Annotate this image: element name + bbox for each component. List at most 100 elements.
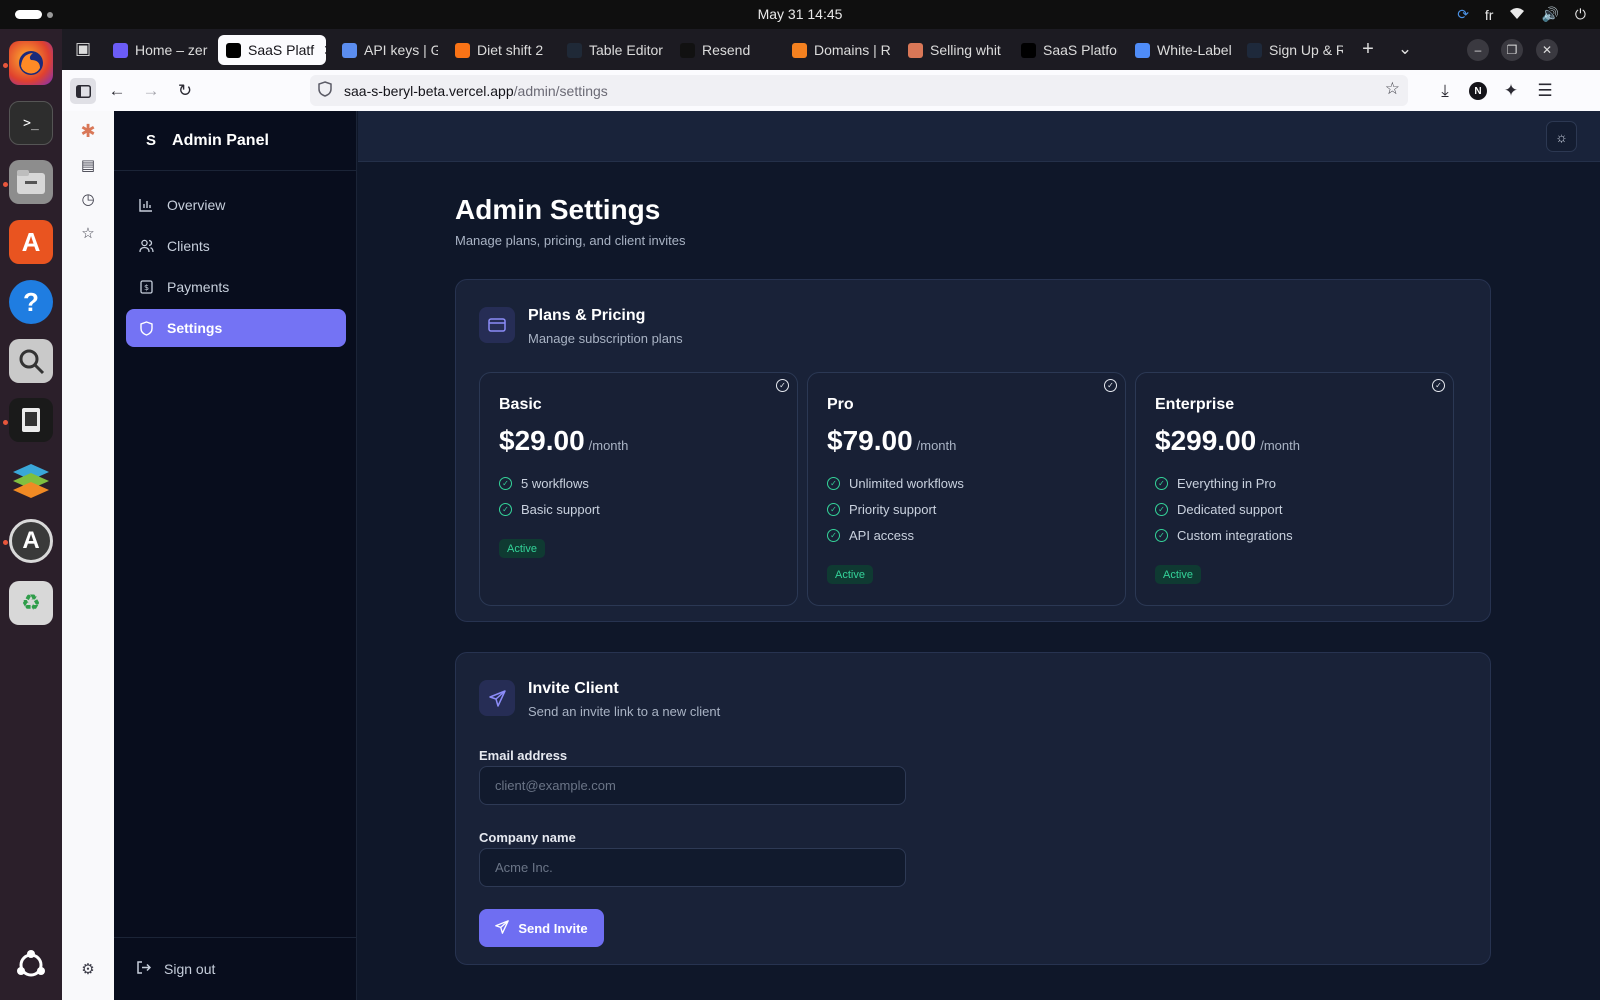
browser-tab[interactable]: SaaS Platf ✕: [218, 35, 326, 65]
sidebar-item-clients[interactable]: Clients: [126, 227, 346, 265]
plan-toggle-check-icon[interactable]: ✓: [1432, 379, 1445, 392]
plan-card-enterprise[interactable]: ✓ Enterprise $299.00/month ✓ Everything in P…: [1135, 372, 1454, 606]
extensions-icon[interactable]: ✦: [1498, 78, 1524, 104]
app-center-icon[interactable]: A: [9, 220, 53, 264]
running-indicator: [3, 63, 8, 68]
terminal-icon[interactable]: >_: [9, 101, 53, 145]
synced-tabs-icon[interactable]: ▤: [76, 153, 100, 177]
check-circle-icon: ✓: [827, 477, 840, 490]
shield-lock-icon[interactable]: [318, 81, 332, 100]
browser-tab[interactable]: Table Editor: [559, 35, 663, 65]
vercel-icon: [1021, 42, 1036, 58]
check-circle-icon: ✓: [1155, 477, 1168, 490]
sidebar-settings-gear-icon[interactable]: ⚙: [76, 957, 100, 981]
show-apps-icon[interactable]: [9, 943, 53, 987]
power-icon[interactable]: ⏻: [1575, 6, 1586, 23]
refresh-status-icon[interactable]: ⟳: [1457, 6, 1469, 23]
sign-out-button[interactable]: Sign out: [114, 937, 356, 1000]
url-bar[interactable]: saa-s-beryl-beta.vercel.app/admin/settin…: [310, 75, 1408, 106]
sidebar-toggle-icon[interactable]: [70, 78, 96, 104]
close-tab-icon[interactable]: ✕: [323, 42, 326, 59]
browser-tab[interactable]: SaaS Platfor: [1013, 35, 1118, 65]
wifi-icon[interactable]: [1509, 7, 1525, 23]
status-badge: Active: [1155, 565, 1201, 584]
browser-tab[interactable]: Domains | R: [784, 35, 892, 65]
plans-card-title: Plans & Pricing: [528, 307, 646, 324]
page-subtitle: Manage plans, pricing, and client invite…: [455, 233, 686, 248]
tab-list-chevron-icon[interactable]: ⌄: [1392, 36, 1418, 62]
plan-price: $29.00: [499, 425, 585, 456]
browser-tab[interactable]: Resend: [672, 35, 776, 65]
volume-icon[interactable]: 🔊: [1541, 6, 1558, 23]
history-icon[interactable]: ◷: [76, 187, 100, 211]
new-tab-icon[interactable]: +: [1355, 36, 1381, 62]
check-circle-icon: ✓: [499, 477, 512, 490]
plan-card-pro[interactable]: ✓ Pro $79.00/month ✓ Unlimited workflows ✓ Pri…: [807, 372, 1126, 606]
plan-toggle-check-icon[interactable]: ✓: [1104, 379, 1117, 392]
browser-tab[interactable]: Selling whit: [900, 35, 1004, 65]
keyboard-layout[interactable]: fr: [1485, 7, 1494, 23]
reload-icon[interactable]: ↻: [172, 78, 198, 104]
forward-arrow-icon[interactable]: →: [138, 78, 164, 104]
downloads-icon[interactable]: ⤓: [1432, 78, 1458, 104]
check-circle-icon: ✓: [499, 503, 512, 516]
browser-tab[interactable]: Diet shift 2: [447, 35, 551, 65]
company-label: Company name: [479, 830, 576, 845]
sign-out-label: Sign out: [164, 961, 216, 977]
plans-card-subtitle: Manage subscription plans: [528, 331, 683, 346]
window-icon[interactable]: [9, 398, 53, 442]
theme-toggle-button[interactable]: ☼: [1546, 121, 1577, 152]
email-label: Email address: [479, 748, 568, 763]
sidebar-item-payments[interactable]: $ Payments: [126, 268, 346, 306]
svg-text:$: $: [143, 283, 148, 292]
layers-icon[interactable]: [9, 458, 53, 502]
bookmark-star-icon[interactable]: ☆: [1385, 79, 1400, 99]
help-icon[interactable]: ?: [9, 280, 53, 324]
menu-icon[interactable]: ☰: [1532, 78, 1558, 104]
plan-feature-label: Unlimited workflows: [849, 476, 964, 491]
browser-tab[interactable]: Sign Up & R: [1239, 35, 1343, 65]
close-window-icon[interactable]: ✕: [1536, 39, 1558, 61]
image-viewer-icon[interactable]: [9, 339, 53, 383]
sidebar-item-settings[interactable]: Settings: [126, 309, 346, 347]
plan-period: /month: [588, 438, 629, 453]
plan-price: $299.00: [1155, 425, 1257, 456]
browser-tab[interactable]: API keys | G: [334, 35, 438, 65]
email-field[interactable]: [479, 766, 906, 805]
minimize-icon[interactable]: –: [1467, 39, 1489, 61]
system-tray[interactable]: ⟳ fr 🔊 ⏻: [1457, 4, 1586, 25]
back-arrow-icon[interactable]: ←: [104, 78, 130, 104]
browser-tab[interactable]: White-Label: [1127, 35, 1231, 65]
firefox-icon[interactable]: [9, 41, 53, 85]
system-clock[interactable]: May 31 14:45: [0, 6, 1600, 22]
send-invite-button[interactable]: Send Invite: [479, 909, 604, 947]
status-badge: Active: [499, 539, 545, 558]
account-avatar-icon[interactable]: N: [1465, 78, 1491, 104]
company-field[interactable]: [479, 848, 906, 887]
restore-icon[interactable]: ❐: [1501, 39, 1523, 61]
tab-label: White-Label: [1157, 42, 1231, 58]
files-icon[interactable]: [9, 160, 53, 204]
plan-card-basic[interactable]: ✓ Basic $29.00/month ✓ 5 workflows ✓ Basic sup…: [479, 372, 798, 606]
system-top-bar: May 31 14:45 ⟳ fr 🔊 ⏻: [0, 0, 1600, 29]
purple-doc-icon: [113, 42, 128, 58]
plan-feature-label: Custom integrations: [1177, 528, 1293, 543]
plan-feature: ✓ 5 workflows: [499, 476, 589, 491]
tab-overview-icon[interactable]: ▣: [70, 36, 96, 62]
plan-feature-label: API access: [849, 528, 915, 543]
tab-label: Table Editor: [589, 42, 663, 58]
check-circle-icon: ✓: [827, 529, 840, 542]
bookmarks-star-icon[interactable]: ☆: [76, 221, 100, 245]
claude-asterisk-icon[interactable]: ✱: [76, 119, 100, 143]
browser-tab[interactable]: Home – zer: [105, 35, 210, 65]
plan-toggle-check-icon[interactable]: ✓: [776, 379, 789, 392]
check-circle-icon: ✓: [827, 503, 840, 516]
trash-icon[interactable]: ♻: [9, 581, 53, 625]
tab-label: API keys | G: [364, 42, 438, 58]
software-updater-icon[interactable]: A: [9, 519, 53, 563]
running-indicator: [3, 420, 8, 425]
sidebar-item-overview[interactable]: Overview: [126, 186, 346, 224]
check-circle-icon: ✓: [1155, 503, 1168, 516]
plan-feature: ✓ Everything in Pro: [1155, 476, 1276, 491]
plan-feature: ✓ Custom integrations: [1155, 528, 1293, 543]
